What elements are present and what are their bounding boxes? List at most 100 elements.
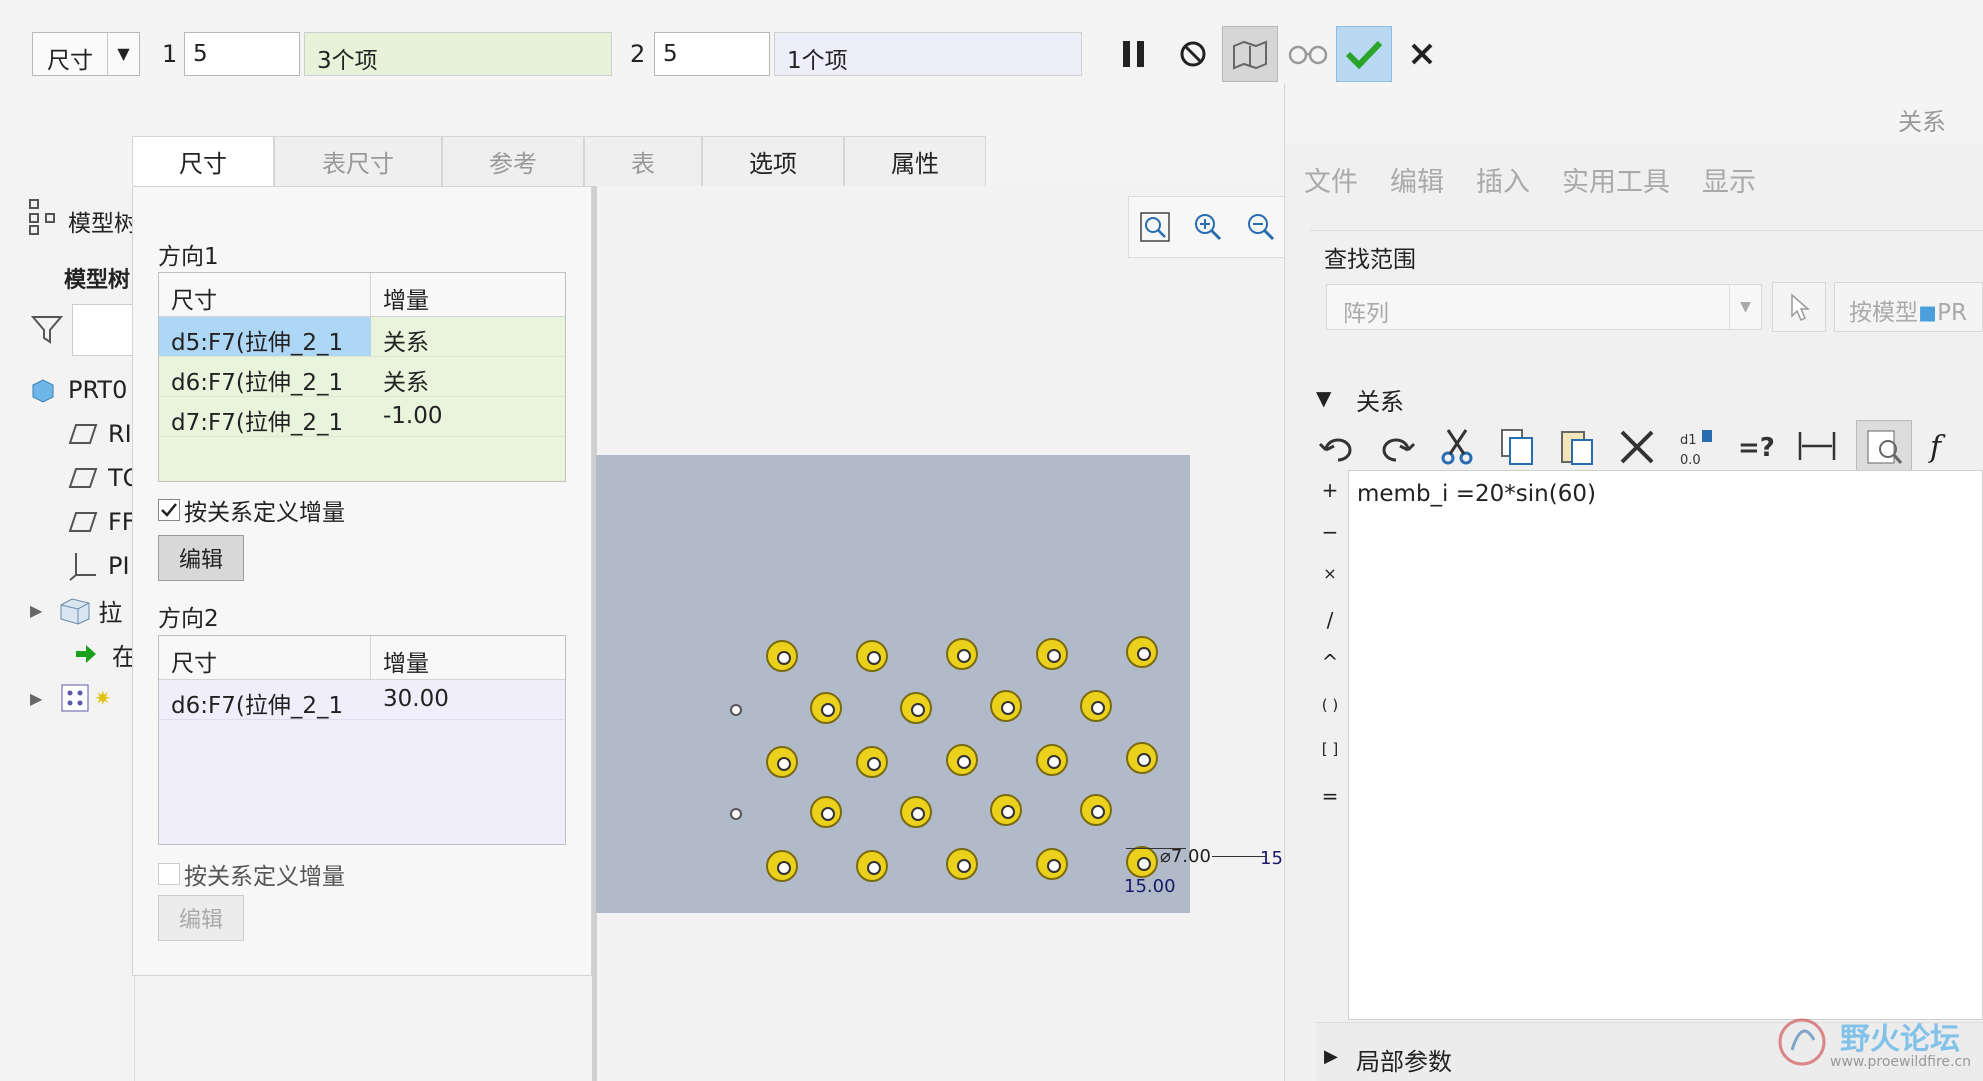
tree-item-csys[interactable]: PI bbox=[68, 546, 134, 586]
checkbox-unchecked-icon[interactable] bbox=[158, 863, 180, 885]
cut-icon[interactable] bbox=[1436, 426, 1478, 468]
expand-arrow-icon[interactable]: ▶ bbox=[30, 689, 42, 708]
filter-icon[interactable] bbox=[30, 312, 64, 350]
relations-editor[interactable]: memb_i =20*sin(60) bbox=[1348, 470, 1983, 1020]
row-dimension: d6:F7(拉伸_2_1 bbox=[171, 693, 344, 719]
table-row[interactable]: d6:F7(拉伸_2_1 30.00 bbox=[159, 680, 565, 720]
delete-icon[interactable] bbox=[1616, 426, 1658, 468]
collapse-triangle-icon[interactable]: ▼ bbox=[1316, 386, 1331, 410]
svg-text:0.0: 0.0 bbox=[1680, 453, 1701, 468]
direction1-title: 方向1 bbox=[158, 244, 219, 270]
model-tree-search-input[interactable] bbox=[72, 304, 134, 356]
stop-icon[interactable] bbox=[1165, 26, 1221, 82]
direction2-edit-button[interactable]: 编辑 bbox=[158, 895, 244, 941]
glasses-icon[interactable] bbox=[1280, 26, 1336, 82]
operator-minus[interactable]: − bbox=[1320, 520, 1340, 544]
operator-parentheses[interactable]: ( ) bbox=[1314, 696, 1346, 714]
paste-icon[interactable] bbox=[1556, 426, 1598, 468]
view-toolbar bbox=[1128, 196, 1288, 258]
by-model-button[interactable]: 按模型◼PR bbox=[1834, 282, 1983, 332]
operator-brackets[interactable]: [ ] bbox=[1314, 740, 1346, 758]
evaluate-icon[interactable]: =? bbox=[1736, 426, 1778, 468]
direction1-edit-button[interactable]: 编辑 bbox=[158, 535, 244, 581]
checkbox-checked-icon[interactable] bbox=[158, 499, 180, 521]
row-dimension: d6:F7(拉伸_2_1 bbox=[171, 370, 344, 396]
relations-titlebar bbox=[1286, 84, 1983, 144]
dir2-count-input[interactable]: 5 bbox=[654, 32, 770, 76]
menu-edit[interactable]: 编辑 bbox=[1390, 160, 1444, 199]
direction1-table: 尺寸 增量 d5:F7(拉伸_2_1 关系 d6:F7(拉伸_2_1 关系 d7… bbox=[158, 272, 566, 482]
direction2-relation-checkbox[interactable]: 按关系定义增量 bbox=[158, 857, 345, 891]
menu-insert[interactable]: 插入 bbox=[1476, 160, 1530, 199]
dimension-horizontal[interactable]: 15 bbox=[1260, 848, 1283, 869]
tree-item-datum-plane-1[interactable]: RI bbox=[68, 414, 134, 454]
zoom-in-icon[interactable] bbox=[1192, 211, 1224, 243]
operator-equals[interactable]: = bbox=[1320, 784, 1340, 808]
row-increment[interactable]: 30.00 bbox=[371, 680, 461, 719]
row-increment[interactable]: 关系 bbox=[371, 317, 441, 356]
row-increment[interactable]: -1.00 bbox=[371, 397, 455, 436]
direction1-relation-checkbox[interactable]: 按关系定义增量 bbox=[158, 493, 345, 527]
tree-item-label: RI bbox=[108, 420, 132, 448]
sort-dimension-icon[interactable] bbox=[1796, 426, 1838, 468]
table-row[interactable]: d5:F7(拉伸_2_1 关系 bbox=[159, 317, 565, 357]
chevron-down-icon[interactable]: ▼ bbox=[1729, 285, 1761, 329]
table-row[interactable]: d7:F7(拉伸_2_1 -1.00 bbox=[159, 397, 565, 437]
operator-power[interactable]: ^ bbox=[1320, 650, 1340, 674]
dimension-values-icon[interactable]: d10.0 bbox=[1676, 426, 1718, 468]
checkbox-label: 按关系定义增量 bbox=[184, 500, 345, 526]
ok-icon[interactable] bbox=[1336, 26, 1392, 82]
relations-menubar: 文件 编辑 插入 实用工具 显示 bbox=[1304, 160, 1788, 199]
expand-triangle-icon[interactable]: ▶ bbox=[1324, 1046, 1338, 1067]
relation-line[interactable]: memb_i =20*sin(60) bbox=[1357, 481, 1596, 507]
undo-icon[interactable] bbox=[1316, 426, 1358, 468]
function-icon[interactable]: f bbox=[1930, 430, 1941, 465]
tree-item-extrude[interactable]: ▶ 拉 bbox=[30, 590, 122, 630]
tab-properties[interactable]: 属性 bbox=[844, 136, 986, 186]
operator-divide[interactable]: / bbox=[1320, 608, 1340, 632]
tab-table[interactable]: 表 bbox=[584, 136, 702, 186]
tree-item-datum-plane-2[interactable]: TO bbox=[68, 458, 134, 498]
row-increment[interactable]: 关系 bbox=[371, 357, 441, 396]
dir1-count-input[interactable]: 5 bbox=[184, 32, 300, 76]
menu-display[interactable]: 显示 bbox=[1702, 160, 1756, 199]
operator-plus[interactable]: + bbox=[1320, 478, 1340, 502]
dir1-items-collector[interactable]: 3个项 bbox=[304, 32, 612, 76]
tab-options[interactable]: 选项 bbox=[702, 136, 844, 186]
dir2-items-collector[interactable]: 1个项 bbox=[774, 32, 1082, 76]
tree-item-insert-here[interactable]: 在 bbox=[74, 634, 136, 674]
dimension-diameter[interactable]: ⌀7.00 bbox=[1160, 846, 1211, 867]
menu-file[interactable]: 文件 bbox=[1304, 160, 1358, 199]
part-icon bbox=[32, 379, 54, 403]
tab-references[interactable]: 参考 bbox=[442, 136, 584, 186]
datum-plane-icon bbox=[68, 512, 98, 532]
chevron-down-icon[interactable]: ▼ bbox=[107, 33, 139, 75]
zoom-out-icon[interactable] bbox=[1245, 211, 1277, 243]
verify-icon[interactable] bbox=[1856, 420, 1912, 474]
expand-arrow-icon[interactable]: ▶ bbox=[30, 601, 42, 620]
checkbox-label: 按关系定义增量 bbox=[184, 864, 345, 890]
col-increment: 增量 bbox=[383, 651, 429, 677]
pause-icon[interactable] bbox=[1106, 26, 1162, 82]
menu-utilities[interactable]: 实用工具 bbox=[1562, 160, 1670, 199]
scope-select[interactable]: 阵列 ▼ bbox=[1326, 284, 1762, 330]
preview-icon[interactable] bbox=[1222, 26, 1278, 82]
copy-icon[interactable] bbox=[1496, 426, 1538, 468]
operator-times[interactable]: × bbox=[1320, 564, 1340, 583]
tree-item-part[interactable]: PRT0 bbox=[30, 370, 128, 410]
tree-item-datum-plane-3[interactable]: FF bbox=[68, 502, 134, 542]
pattern-icon bbox=[61, 684, 89, 712]
redo-icon[interactable] bbox=[1376, 426, 1418, 468]
dimension-vertical[interactable]: 15.00 bbox=[1124, 876, 1176, 897]
table-row[interactable]: d6:F7(拉伸_2_1 关系 bbox=[159, 357, 565, 397]
tree-item-pattern[interactable]: ▶ ✷ bbox=[30, 678, 111, 718]
dimensions-panel: 方向1 尺寸 增量 d5:F7(拉伸_2_1 关系 d6:F7(拉伸_2_1 关… bbox=[132, 186, 592, 976]
pattern-type-combo[interactable]: 尺寸 ▼ bbox=[32, 32, 140, 76]
cancel-icon[interactable] bbox=[1394, 26, 1450, 82]
select-pointer-icon[interactable] bbox=[1772, 282, 1826, 332]
dir1-label: 1 bbox=[162, 40, 178, 68]
tab-dimensions[interactable]: 尺寸 bbox=[132, 136, 274, 186]
dimension-line bbox=[1212, 856, 1266, 857]
tab-table-dimensions[interactable]: 表尺寸 bbox=[274, 136, 442, 186]
zoom-fit-icon[interactable] bbox=[1139, 211, 1171, 243]
